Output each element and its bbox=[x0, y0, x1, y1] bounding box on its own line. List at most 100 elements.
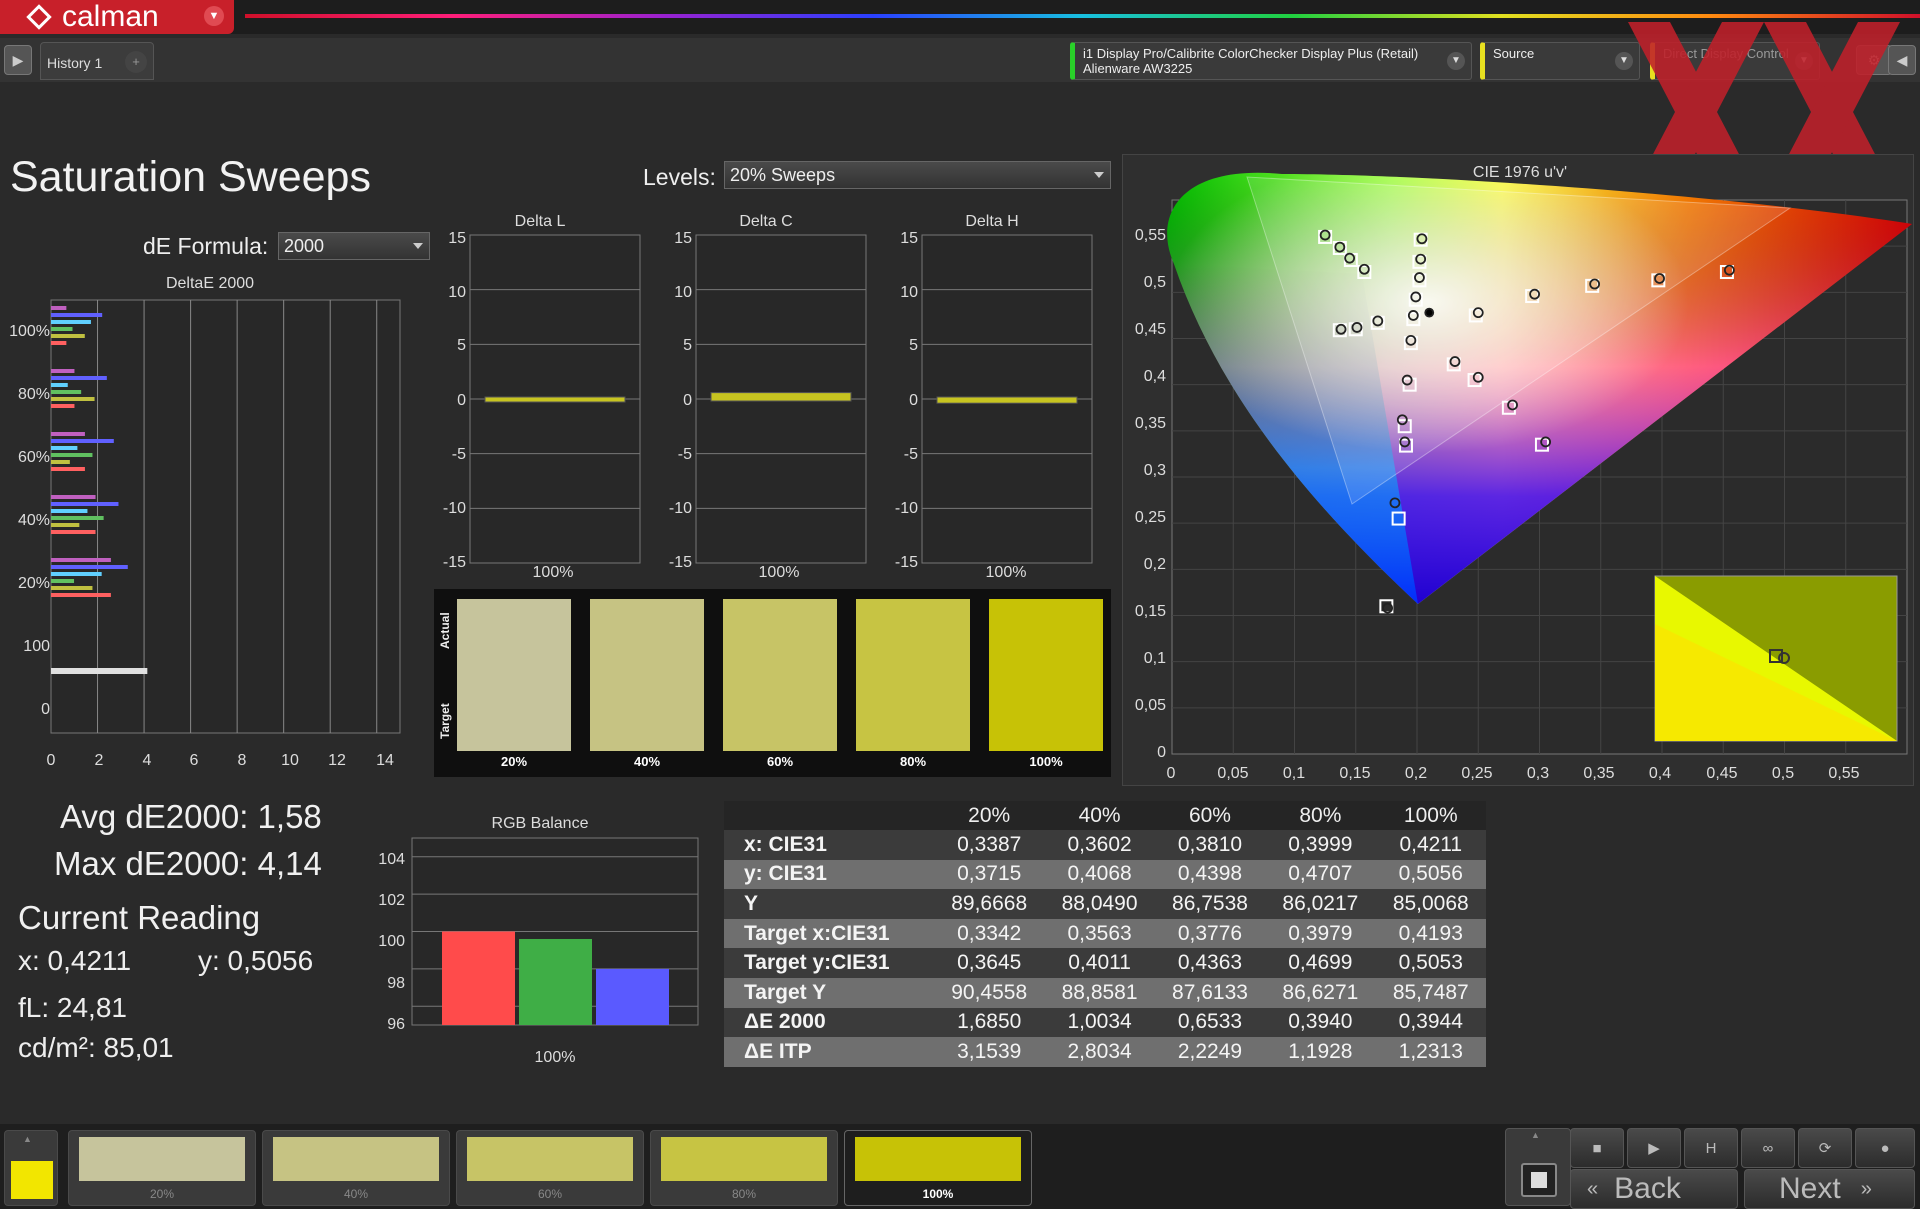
record-button[interactable]: ● bbox=[1855, 1128, 1915, 1168]
measured-marker bbox=[1424, 307, 1435, 318]
loop-button[interactable]: ∞ bbox=[1741, 1128, 1795, 1168]
stop-icon: ■ bbox=[1592, 1139, 1602, 1157]
x-tick: 8 bbox=[238, 752, 247, 769]
double-chevron-right-icon: » bbox=[1860, 1177, 1872, 1200]
rainbow-stripe bbox=[245, 14, 1920, 18]
bottom-swatch-80[interactable]: 80% bbox=[650, 1130, 838, 1206]
swatch-label: 20% bbox=[500, 754, 528, 769]
bottom-swatch-100[interactable]: 100% bbox=[844, 1130, 1032, 1206]
x-tick: 0,1 bbox=[1283, 765, 1305, 782]
y-tick: 104 bbox=[378, 851, 405, 868]
table-cell: 0,5056 bbox=[1375, 859, 1486, 890]
infinity-icon: ∞ bbox=[1762, 1139, 1774, 1157]
swatch-label: 20% bbox=[149, 1187, 175, 1201]
table-cell: 0,4011 bbox=[1044, 948, 1155, 978]
delta-bar bbox=[484, 396, 626, 403]
deltae-bar bbox=[51, 586, 93, 590]
next-button[interactable]: Next » bbox=[1744, 1169, 1915, 1209]
table-cell: 86,7538 bbox=[1154, 889, 1266, 919]
table-cell: 85,0068 bbox=[1375, 889, 1486, 919]
play-button[interactable]: ▶ bbox=[1627, 1128, 1681, 1168]
max-de: Max dE2000: 4,14 bbox=[54, 845, 322, 882]
bottom-swatch-60[interactable]: 60% bbox=[456, 1130, 644, 1206]
y-tick: 0 bbox=[683, 392, 692, 409]
table-header-cell bbox=[724, 801, 934, 830]
table-cell: 0,3387 bbox=[934, 830, 1045, 860]
table-cell: 1,0034 bbox=[1044, 1007, 1155, 1038]
deltae-bar bbox=[51, 565, 128, 569]
swatch-color bbox=[467, 1137, 633, 1181]
table-row: ΔE 2000 1,6850 1,0034 0,6533 0,3940 0,3944 bbox=[724, 1007, 1486, 1038]
y-tick: 0 bbox=[457, 392, 466, 409]
table-cell: 0,3645 bbox=[934, 948, 1045, 978]
levels-select[interactable]: 20% Sweeps bbox=[724, 161, 1111, 189]
bottom-swatch-40[interactable]: 40% bbox=[262, 1130, 450, 1206]
chevron-up-icon[interactable]: ▲ bbox=[1531, 1130, 1540, 1140]
table-cell: 0,3999 bbox=[1265, 830, 1376, 860]
de-formula-select[interactable]: 2000 bbox=[278, 232, 430, 260]
table-cell: 0,3563 bbox=[1044, 918, 1155, 949]
swatch-20 bbox=[457, 599, 571, 751]
add-tab-button[interactable]: + bbox=[125, 51, 147, 73]
play-icon: ▶ bbox=[1648, 1140, 1660, 1157]
y-tick: 0,5 bbox=[1144, 274, 1166, 291]
swatch-label: 80% bbox=[731, 1187, 757, 1201]
table-header-cell: 80% bbox=[1265, 801, 1376, 830]
rgb-bar bbox=[442, 931, 515, 1025]
table-cell: 0,4068 bbox=[1044, 859, 1155, 890]
table-cell: 0,3810 bbox=[1154, 830, 1266, 860]
de-formula-label: dE Formula: bbox=[143, 233, 269, 259]
table-cell: 88,8581 bbox=[1044, 977, 1155, 1008]
stop-measure-button[interactable] bbox=[1521, 1163, 1557, 1197]
deltae-bar bbox=[51, 383, 68, 387]
row-label: Y bbox=[724, 889, 934, 919]
deltae-bar bbox=[51, 523, 80, 527]
source-selector[interactable]: Source ▼ bbox=[1480, 42, 1640, 80]
y-tick: 40% bbox=[18, 512, 50, 529]
app-name: calman bbox=[62, 0, 159, 33]
current-fl: fL: 24,81 bbox=[18, 992, 127, 1023]
x-label: 100% bbox=[986, 564, 1027, 581]
stop-button[interactable]: ■ bbox=[1570, 1128, 1624, 1168]
y-tick: 98 bbox=[387, 975, 405, 992]
bottom-swatch-20[interactable]: 20% bbox=[68, 1130, 256, 1206]
calman-logo[interactable]: calman ▼ bbox=[0, 0, 234, 34]
hold-button[interactable]: H bbox=[1684, 1128, 1738, 1168]
refresh-button[interactable]: ⟳ bbox=[1798, 1128, 1852, 1168]
meter-name: i1 Display Pro/Calibrite ColorChecker Di… bbox=[1083, 46, 1419, 61]
levels-value: 20% Sweeps bbox=[730, 165, 836, 185]
y-tick: 0,35 bbox=[1135, 415, 1166, 432]
y-tick: -10 bbox=[443, 500, 466, 517]
deltae-bar bbox=[51, 579, 75, 583]
y-tick: 0 bbox=[909, 392, 918, 409]
rgb-balance-chart: 104 102 100 98 96 100% bbox=[378, 837, 699, 1066]
deltae-bar bbox=[51, 404, 75, 408]
panel-toggle-button[interactable]: ▶ bbox=[4, 45, 32, 75]
x-tick: 4 bbox=[143, 752, 152, 769]
table-row: Target Y 90,4558 88,8581 87,6133 86,6271 85,7… bbox=[724, 977, 1486, 1008]
table-cell: 1,6850 bbox=[934, 1007, 1045, 1038]
tab-history-1[interactable]: History 1 + bbox=[40, 42, 154, 80]
chevron-down-icon[interactable]: ▼ bbox=[204, 6, 224, 26]
next-label: Next bbox=[1779, 1172, 1841, 1205]
y-tick: 100 bbox=[378, 933, 405, 950]
row-label: Target Y bbox=[724, 977, 934, 1008]
y-tick: -15 bbox=[669, 554, 692, 571]
y-tick: 0 bbox=[1157, 744, 1166, 761]
chevron-up-icon[interactable]: ▲ bbox=[23, 1134, 32, 1144]
back-button[interactable]: « Back bbox=[1570, 1169, 1738, 1209]
meter-selector[interactable]: i1 Display Pro/Calibrite ColorChecker Di… bbox=[1070, 42, 1472, 80]
swatch-label: 100% bbox=[1029, 754, 1063, 769]
deltae-bar bbox=[51, 558, 111, 562]
deltae-bar bbox=[51, 467, 85, 471]
swatch-color bbox=[79, 1137, 245, 1181]
page-title: Saturation Sweeps bbox=[10, 153, 371, 201]
current-color-panel[interactable]: ▲ bbox=[4, 1130, 58, 1206]
de-formula-value: 2000 bbox=[284, 236, 325, 256]
deltae-bar bbox=[51, 509, 88, 513]
swatch-100 bbox=[989, 599, 1103, 751]
x-tick: 12 bbox=[328, 752, 346, 769]
x-label: 100% bbox=[759, 564, 800, 581]
row-label: ΔE ITP bbox=[724, 1037, 934, 1067]
deltae-bar bbox=[51, 313, 103, 317]
